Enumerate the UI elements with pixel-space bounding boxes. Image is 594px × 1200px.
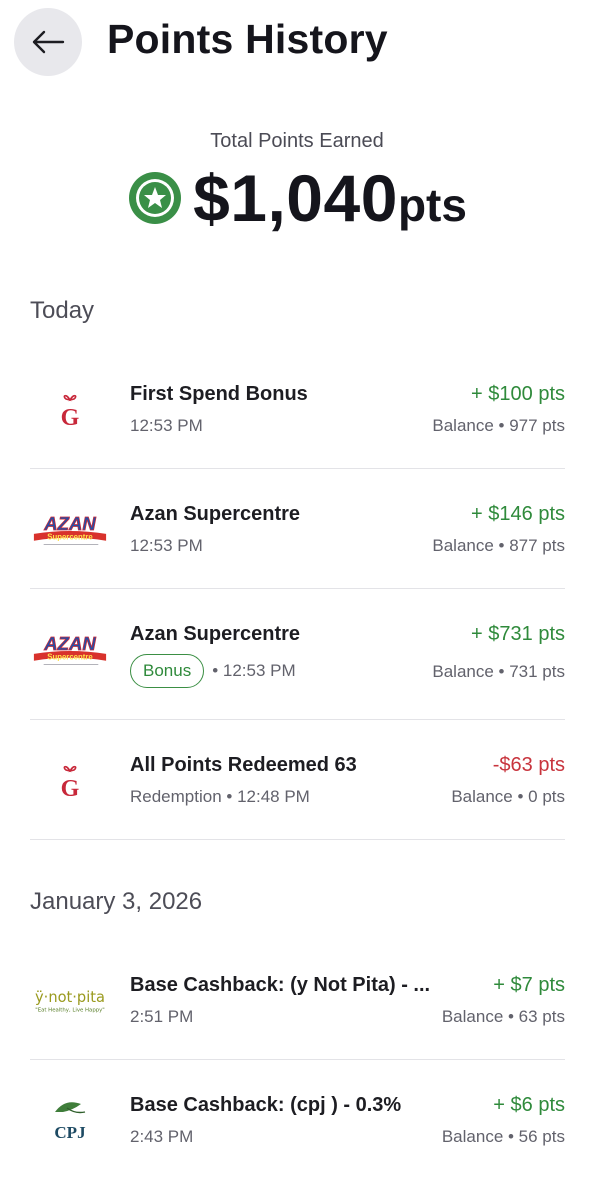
- gift-g-logo: G: [30, 753, 110, 809]
- cpj-logo-text: CPJ: [54, 1123, 86, 1142]
- gift-g-letter: G: [61, 405, 80, 427]
- gift-g-logo: G: [30, 382, 110, 438]
- section-title-date: January 3, 2026: [30, 888, 203, 915]
- transaction-name: Azan Supercentre: [130, 623, 301, 645]
- azan-logo-icon: AZAN Supercentre: [33, 513, 107, 546]
- bonus-badge: Bonus: [130, 654, 205, 688]
- transaction-balance: Balance • 0 pts: [451, 787, 565, 806]
- transaction-balance: Balance • 731 pts: [432, 662, 565, 681]
- transaction-amount: + $6 pts: [493, 1094, 565, 1116]
- total-points-value: $1,040 pts: [0, 160, 594, 236]
- transaction-amount: + $7 pts: [493, 974, 565, 996]
- history-row[interactable]: G First Spend Bonus 12:53 PM + $100 pts …: [30, 374, 565, 454]
- transaction-balance: Balance • 877 pts: [432, 536, 565, 555]
- history-row[interactable]: G All Points Redeemed 63 Redemption • 12…: [30, 745, 565, 825]
- total-points-label: Total Points Earned: [210, 130, 384, 152]
- azan-logo-top: AZAN: [43, 633, 96, 654]
- transaction-amount: -$63 pts: [492, 754, 565, 776]
- transaction-amount: + $731 pts: [471, 623, 565, 645]
- gift-g-letter: G: [61, 776, 80, 798]
- divider: [30, 588, 565, 589]
- transaction-balance: Balance • 63 pts: [441, 1007, 565, 1026]
- azan-logo-icon: AZAN Supercentre: [33, 633, 107, 666]
- ynotpita-logo-tagline: "Eat Healthy, Live Happy": [35, 1008, 105, 1014]
- points-star-icon: [129, 172, 182, 224]
- section-title-today: Today: [30, 297, 95, 324]
- page-title: Points History: [107, 16, 388, 62]
- history-row[interactable]: CPJ Base Cashback: (cpj ) - 0.3% 2:43 PM…: [30, 1085, 565, 1165]
- ynotpita-logo: ӱ·not·pita "Eat Healthy, Live Happy": [30, 973, 110, 1029]
- history-row[interactable]: AZAN Supercentre Azan Supercentre Bonus …: [30, 614, 565, 704]
- azan-logo-top: AZAN: [43, 513, 96, 534]
- history-row[interactable]: AZAN Supercentre Azan Supercentre 12:53 …: [30, 494, 565, 574]
- cpj-logo: CPJ: [30, 1091, 110, 1151]
- transaction-time: • 12:53 PM: [212, 661, 296, 680]
- divider: [30, 468, 565, 469]
- transaction-meta: Bonus • 12:53 PM: [130, 654, 296, 688]
- transaction-balance: Balance • 977 pts: [432, 416, 565, 435]
- cpj-logo-icon: CPJ: [54, 1102, 86, 1142]
- azan-logo-bottom: Supercentre: [47, 532, 93, 541]
- transaction-time: 12:53 PM: [130, 416, 203, 435]
- divider: [30, 719, 565, 720]
- divider: [30, 839, 565, 840]
- azan-logo-bottom: Supercentre: [47, 652, 93, 661]
- azan-logo: AZAN Supercentre: [30, 622, 110, 678]
- transaction-name: First Spend Bonus: [130, 383, 308, 405]
- transaction-name: Base Cashback: (cpj ) - 0.3%: [130, 1094, 402, 1116]
- transaction-time: 2:51 PM: [130, 1007, 194, 1026]
- gift-g-icon: G: [61, 765, 80, 798]
- gift-g-icon: G: [61, 394, 80, 427]
- total-points-amount: $1,040: [193, 161, 398, 235]
- back-button[interactable]: [14, 8, 82, 76]
- transaction-name: Azan Supercentre: [130, 503, 301, 525]
- ynotpita-logo-text: ӱ·not·pita: [35, 989, 105, 1006]
- azan-logo: AZAN Supercentre: [30, 502, 110, 558]
- transaction-balance: Balance • 56 pts: [441, 1127, 565, 1146]
- transaction-name: All Points Redeemed 63: [130, 754, 357, 776]
- transaction-time: 2:43 PM: [130, 1127, 194, 1146]
- transaction-time: 12:53 PM: [130, 536, 203, 555]
- arrow-left-icon: [32, 30, 65, 54]
- transaction-amount: + $146 pts: [471, 503, 565, 525]
- divider: [30, 1059, 565, 1060]
- total-points-unit: pts: [397, 179, 467, 231]
- transaction-amount: + $100 pts: [471, 383, 565, 405]
- history-row[interactable]: ӱ·not·pita "Eat Healthy, Live Happy" Bas…: [30, 965, 565, 1045]
- transaction-time: Redemption • 12:48 PM: [130, 787, 310, 806]
- ynotpita-logo-icon: ӱ·not·pita "Eat Healthy, Live Happy": [35, 989, 105, 1014]
- top-bar: Points History: [0, 0, 594, 90]
- transaction-name: Base Cashback: (y Not Pita) - ...: [130, 974, 431, 996]
